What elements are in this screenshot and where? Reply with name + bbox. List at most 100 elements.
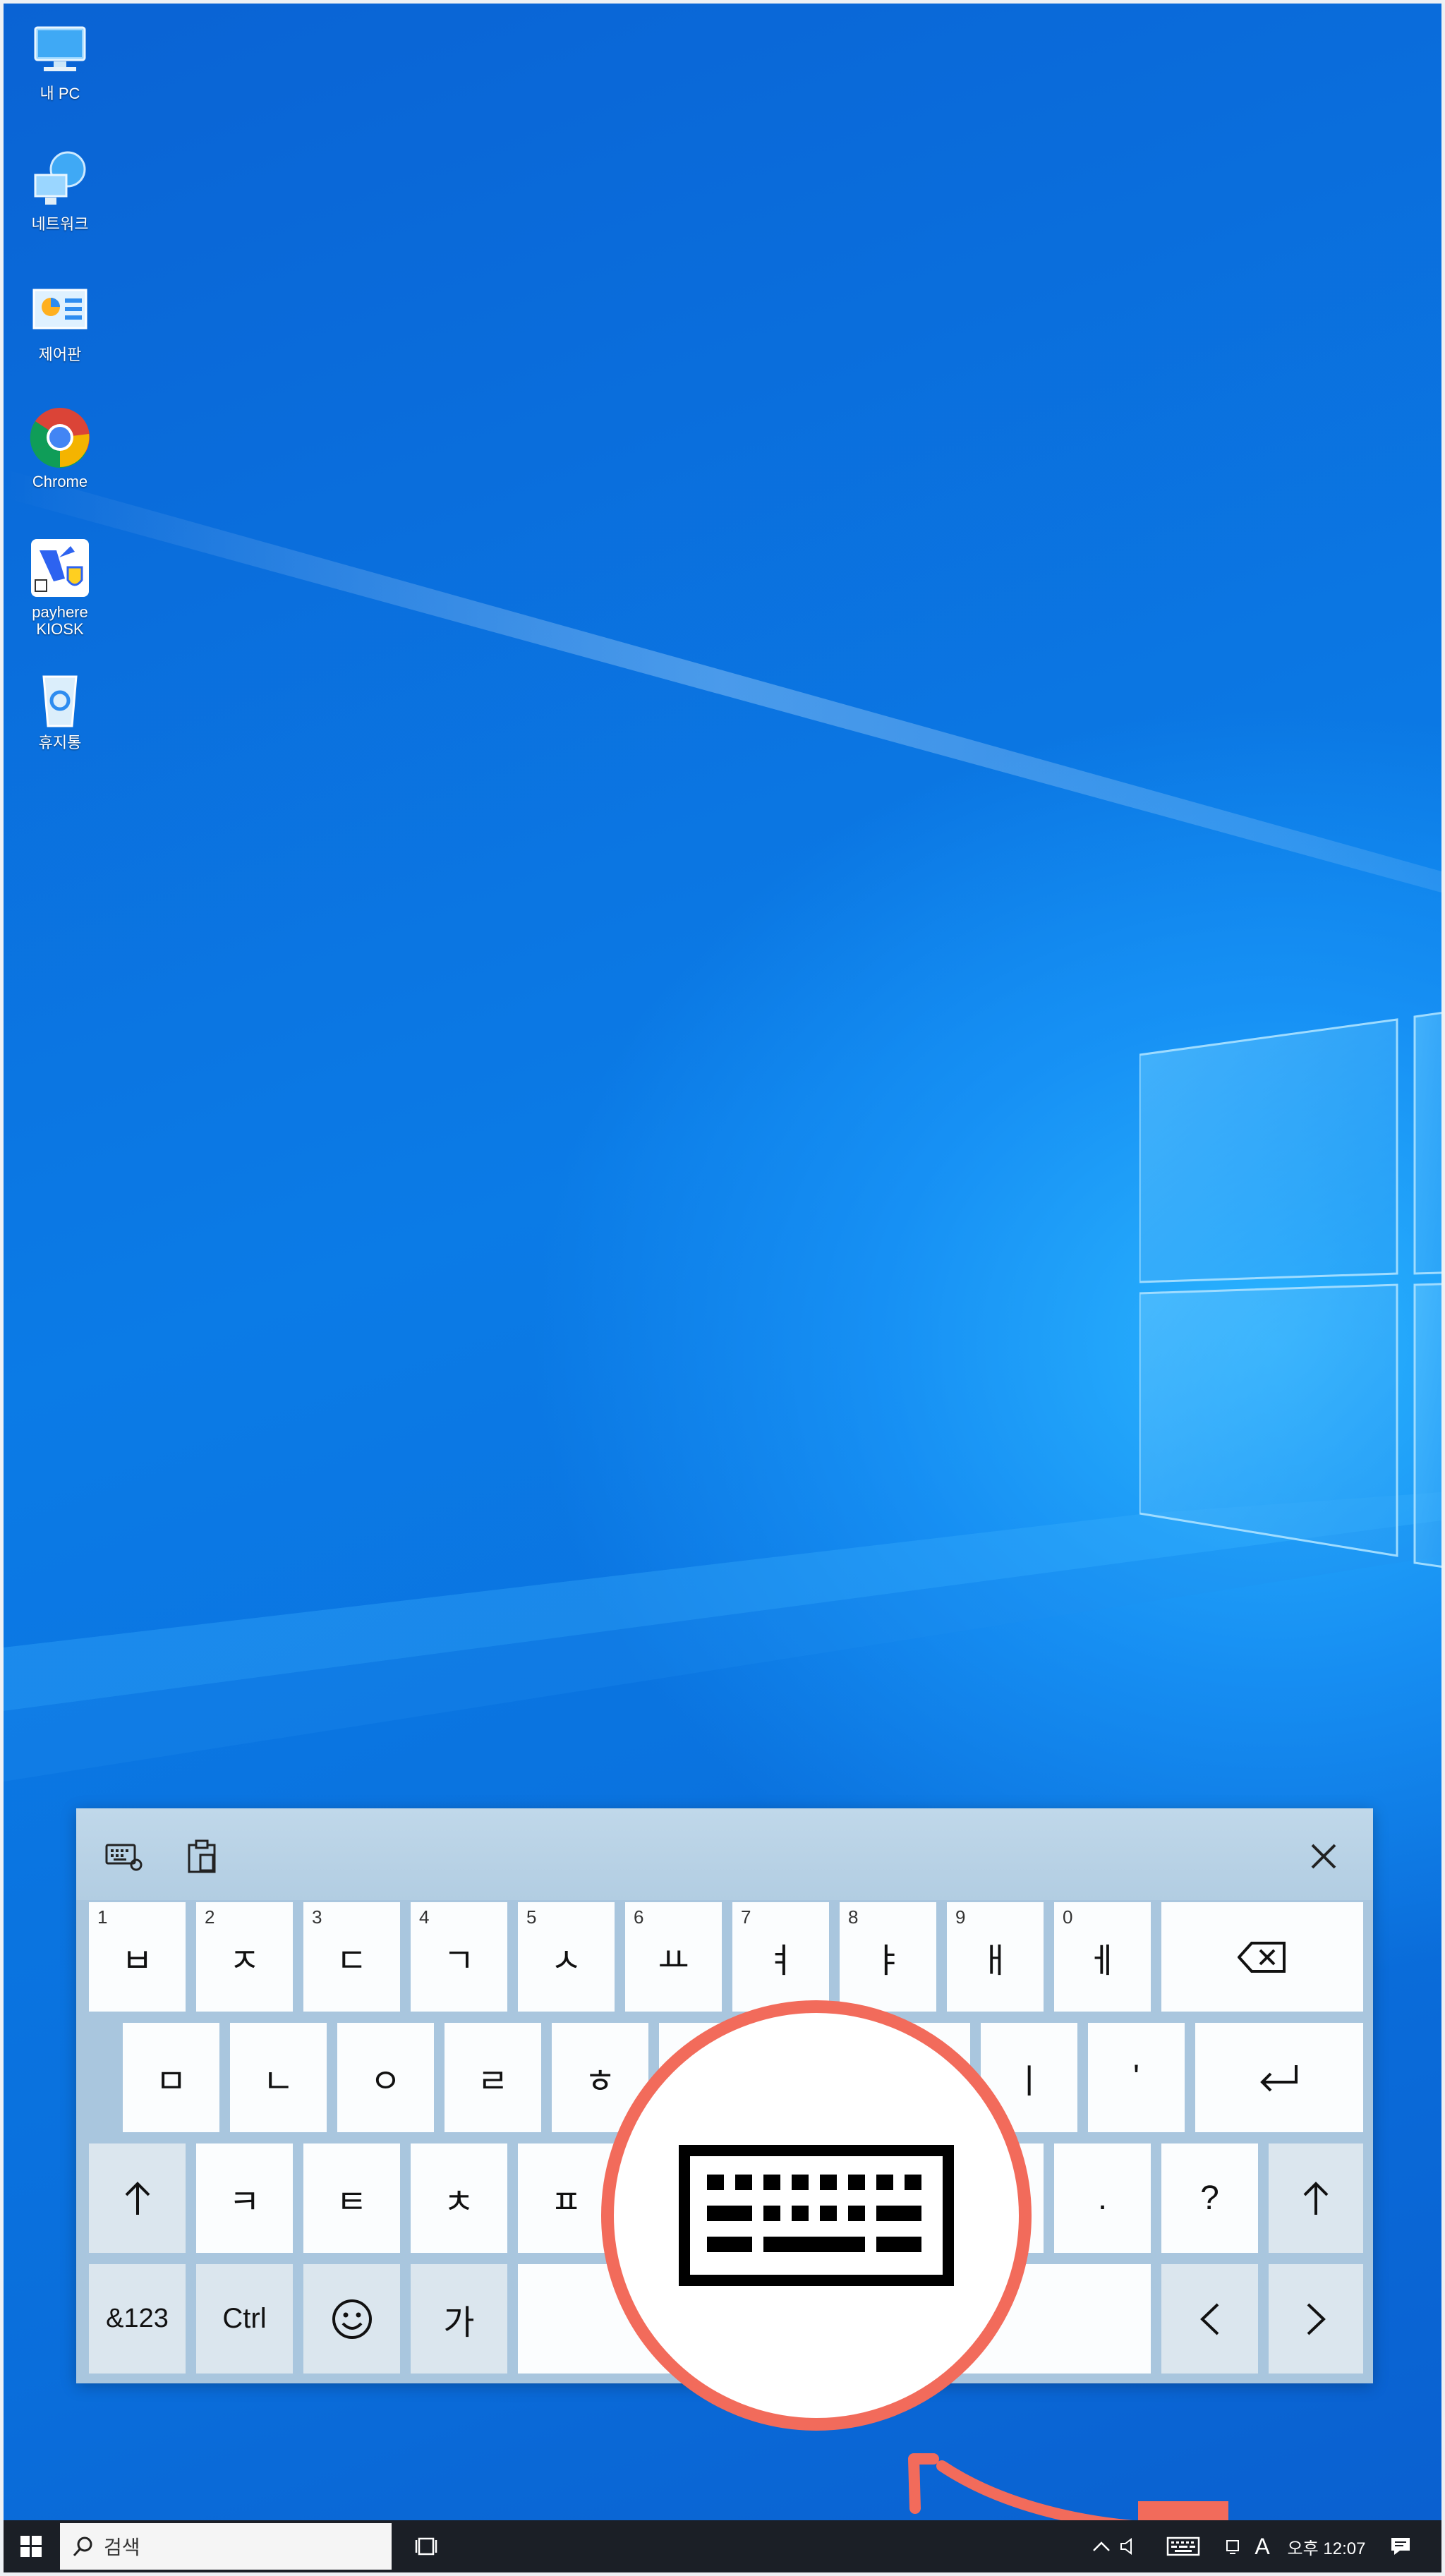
key-label: ㅕ — [765, 1942, 797, 1980]
key-label: ㅎ — [584, 2062, 616, 2100]
right-arrow-key[interactable] — [1269, 2264, 1363, 2374]
key-number: 0 — [1063, 1906, 1073, 1928]
key-number: 4 — [419, 1906, 430, 1928]
key-label: ㅍ — [550, 2183, 582, 2221]
key-label: ㅛ — [658, 1942, 689, 1980]
desktop-icon-network[interactable]: 네트워크 — [11, 148, 109, 233]
taskbar-search-box[interactable]: 검색 — [60, 2523, 392, 2570]
taskbar: 검색 A 오후 12:07 — [4, 2520, 1441, 2572]
network-tray-button[interactable] — [1223, 2520, 1243, 2572]
language-key[interactable]: 가 — [411, 2264, 507, 2374]
touch-keyboard-button[interactable] — [1147, 2520, 1220, 2572]
key-ㅛ[interactable]: 6ㅛ — [625, 1902, 722, 2012]
start-icon — [20, 2536, 42, 2557]
key-label: ? — [1200, 2179, 1219, 2217]
key-ㄱ[interactable]: 4ㄱ — [411, 1902, 507, 2012]
key-ㄷ[interactable]: 3ㄷ — [303, 1902, 400, 2012]
enter-key[interactable] — [1195, 2023, 1363, 2132]
network-icon — [28, 148, 92, 212]
key-label: ㅁ — [155, 2062, 187, 2100]
desktop-icon-control-panel[interactable]: 제어판 — [11, 279, 109, 363]
windows-logo — [1139, 1012, 1441, 1568]
desktop-icon-label: 제어판 — [38, 346, 82, 363]
key-label: ㅅ — [550, 1942, 582, 1980]
desktop-icon-recycle-bin[interactable]: 휴지통 — [11, 667, 109, 751]
action-center-button[interactable] — [1379, 2520, 1422, 2572]
key-ㅂ[interactable]: 1ㅂ — [89, 1902, 186, 2012]
ctrl-key[interactable]: Ctrl — [196, 2264, 293, 2374]
chevron-up-icon — [1093, 2541, 1110, 2551]
key-question[interactable]: ? — [1161, 2143, 1258, 2253]
left-arrow-key[interactable] — [1161, 2264, 1258, 2374]
ime-mode-indicator[interactable]: A — [1247, 2520, 1278, 2572]
desktop-icon-label: 네트워크 — [31, 215, 89, 233]
key-label: ㅈ — [229, 1942, 260, 1980]
key-label: ㅣ — [1013, 2062, 1045, 2100]
clipboard-icon[interactable] — [182, 1837, 222, 1876]
desktop-icon-payhere-kiosk[interactable]: payhere KIOSK — [11, 536, 109, 638]
desktop-icon-label: Chrome — [32, 473, 88, 490]
key-ㅊ[interactable]: ㅊ — [411, 2143, 507, 2253]
key-ㅋ[interactable]: ㅋ — [196, 2143, 293, 2253]
key-ㅇ[interactable]: ㅇ — [337, 2023, 434, 2132]
key-ㅁ[interactable]: ㅁ — [123, 2023, 219, 2132]
enter-icon — [1260, 2064, 1298, 2091]
emoji-key[interactable] — [303, 2264, 400, 2374]
key-number: 8 — [848, 1906, 859, 1928]
key-label: ㅂ — [121, 1942, 153, 1980]
desktop-icon-label: 휴지통 — [38, 734, 82, 751]
payhere-kiosk-icon — [28, 536, 92, 600]
desktop-icon-label: 내 PC — [40, 85, 80, 102]
key-ㅌ[interactable]: ㅌ — [303, 2143, 400, 2253]
touch-keyboard-icon — [679, 2145, 954, 2286]
key-ㅅ[interactable]: 5ㅅ — [518, 1902, 615, 2012]
close-icon[interactable] — [1304, 1837, 1343, 1876]
network-icon — [1226, 2540, 1239, 2554]
show-hidden-icons-button[interactable] — [1087, 2520, 1116, 2572]
desktop-icon-this-pc[interactable]: 내 PC — [11, 18, 109, 102]
touch-keyboard-icon — [1166, 2536, 1200, 2556]
key-label: ㄷ — [336, 1942, 368, 1980]
key-ㅑ[interactable]: 8ㅑ — [840, 1902, 936, 2012]
volume-button[interactable] — [1117, 2520, 1138, 2572]
key-period[interactable]: . — [1054, 2143, 1151, 2253]
task-view-icon — [415, 2537, 437, 2556]
taskbar-clock[interactable]: 오후 12:07 — [1282, 2520, 1371, 2572]
key-ㅍ[interactable]: ㅍ — [518, 2143, 615, 2253]
desktop: 내 PC 네트워크 제어판 Chrome payhere KIOSK 휴지통 1… — [4, 4, 1441, 2572]
callout-circle — [601, 2000, 1032, 2431]
chevron-right-icon — [1307, 2303, 1326, 2335]
key-apostrophe[interactable]: ' — [1088, 2023, 1185, 2132]
key-number: 7 — [741, 1906, 751, 1928]
shift-key-right[interactable] — [1269, 2143, 1363, 2253]
key-label: ㅋ — [229, 2183, 260, 2221]
search-icon — [73, 2536, 92, 2556]
key-label: . — [1097, 2179, 1108, 2217]
key-ㄴ[interactable]: ㄴ — [230, 2023, 327, 2132]
key-label: Ctrl — [222, 2303, 267, 2334]
key-ㅐ[interactable]: 9ㅐ — [947, 1902, 1044, 2012]
key-number: 9 — [955, 1906, 966, 1928]
shift-key-left[interactable] — [89, 2143, 186, 2253]
keyboard-settings-icon[interactable] — [104, 1837, 144, 1876]
symbols-key[interactable]: &123 — [89, 2264, 186, 2374]
key-label: ㅊ — [443, 2183, 475, 2221]
key-label: &123 — [106, 2304, 169, 2333]
desktop-icon-chrome[interactable]: Chrome — [11, 406, 109, 490]
backspace-key[interactable] — [1161, 1902, 1363, 2012]
key-label: ㅐ — [979, 1942, 1011, 1980]
task-view-button[interactable] — [406, 2520, 448, 2572]
key-number: 2 — [205, 1906, 215, 1928]
recycle-bin-icon — [28, 667, 92, 730]
key-ㅔ[interactable]: 0ㅔ — [1054, 1902, 1151, 2012]
notification-icon — [1391, 2538, 1410, 2555]
key-ㄹ[interactable]: ㄹ — [445, 2023, 541, 2132]
start-button[interactable] — [4, 2520, 59, 2572]
key-ㅈ[interactable]: 2ㅈ — [196, 1902, 293, 2012]
key-ㅕ[interactable]: 7ㅕ — [732, 1902, 829, 2012]
this-pc-icon — [28, 18, 92, 81]
key-number: 3 — [312, 1906, 322, 1928]
key-label: ㅑ — [872, 1942, 904, 1980]
key-label: ㄱ — [443, 1942, 475, 1980]
search-placeholder: 검색 — [104, 2536, 140, 2558]
